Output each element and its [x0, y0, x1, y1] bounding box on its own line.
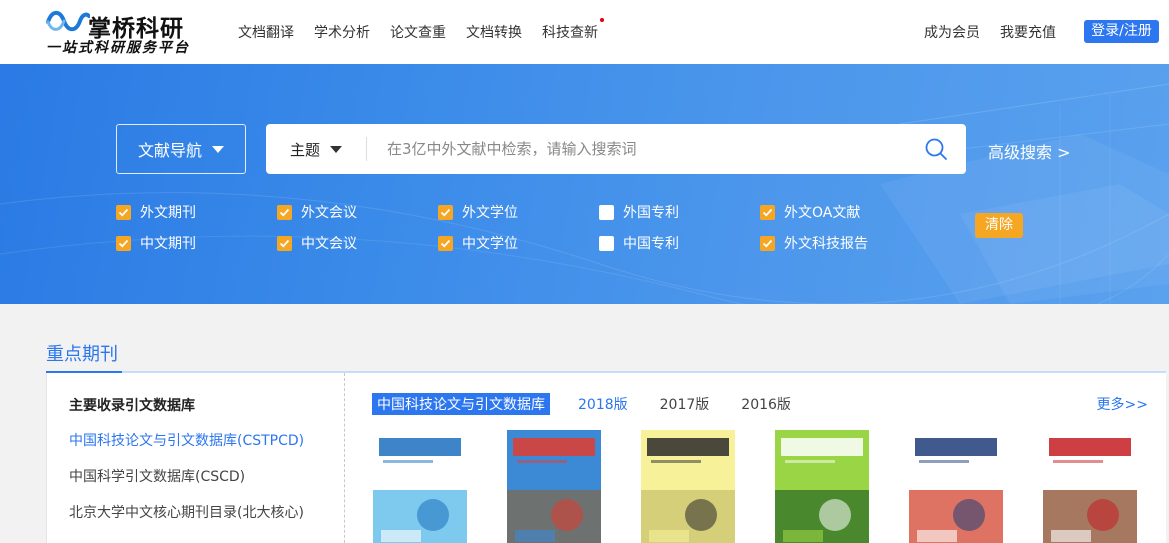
advanced-search-link[interactable]: 高级搜索 >	[988, 139, 1071, 163]
filter-label: 外国专利	[623, 205, 679, 221]
checkbox-unchecked-icon[interactable]	[599, 235, 614, 251]
filter-row: 外文期刊 外文会议 外文学位 外国专利 外文OA文献	[116, 202, 916, 233]
filter-label: 外文科技报告	[784, 236, 868, 252]
checkbox-unchecked-icon[interactable]	[599, 204, 614, 220]
login-register-button[interactable]: 登录/注册	[1084, 20, 1159, 43]
journal-cover[interactable]	[373, 430, 467, 543]
tab-year-2016[interactable]: 2016版	[741, 394, 791, 414]
filter-label: 中文学位	[462, 236, 518, 252]
db-item-pku-core[interactable]: 北京大学中文核心期刊目录(北大核心)	[69, 502, 304, 522]
search-icon[interactable]	[906, 124, 966, 174]
literature-nav-label: 文献导航	[137, 141, 202, 160]
filter-chinese-0[interactable]: 中文期刊	[116, 233, 196, 253]
filter-chinese-1[interactable]: 中文会议	[277, 233, 357, 253]
journal-cover[interactable]	[507, 430, 601, 543]
filter-label: 中文期刊	[140, 236, 196, 252]
literature-nav-dropdown[interactable]: 文献导航	[116, 124, 246, 174]
checkbox-checked-icon[interactable]	[277, 235, 292, 251]
nav-doc-translate[interactable]: 文档翻译	[238, 22, 294, 42]
journal-cover[interactable]	[775, 430, 869, 543]
nav-novelty-search-label: 科技查新	[542, 25, 598, 41]
filter-foreign-2[interactable]: 外文学位	[438, 202, 518, 222]
journal-cover[interactable]	[909, 430, 1003, 543]
filter-label: 外文学位	[462, 205, 518, 221]
filter-row: 中文期刊 中文会议 中文学位 中国专利 外文科技报告	[116, 233, 916, 264]
filter-label: 外文期刊	[140, 205, 196, 221]
search-type-dropdown[interactable]: 主题	[266, 124, 366, 174]
checkbox-checked-icon[interactable]	[760, 235, 775, 251]
new-dot-badge	[600, 18, 604, 22]
checkbox-checked-icon[interactable]	[760, 204, 775, 220]
search-type-label: 主题	[289, 140, 320, 159]
journal-cover-art	[641, 430, 735, 543]
checkbox-checked-icon[interactable]	[116, 204, 131, 220]
top-header: 掌桥科研 一站式科研服务平台 文档翻译 学术分析 论文查重 文档转换 科技查新 …	[0, 0, 1169, 64]
section-title: 重点期刊	[46, 344, 118, 365]
checkbox-checked-icon[interactable]	[438, 204, 453, 220]
logo-slogan: 一站式科研服务平台	[46, 40, 190, 56]
banner-decoration	[0, 83, 1169, 304]
nav-novelty-search[interactable]: 科技查新	[542, 18, 604, 42]
journal-cover-art	[909, 430, 1003, 543]
checkbox-checked-icon[interactable]	[438, 235, 453, 251]
checkbox-checked-icon[interactable]	[277, 204, 292, 220]
search-banner: 文献导航 主题 高级搜索 > 外文期刊 外文会议 外文学位 外国专利 外文OA文献 中文…	[0, 64, 1169, 304]
filter-chinese-2[interactable]: 中文学位	[438, 233, 518, 253]
journals-panel: 主要收录引文数据库 中国科技论文与引文数据库(CSTPCD) 中国科学引文数据库…	[46, 373, 1166, 543]
source-filters: 外文期刊 外文会议 外文学位 外国专利 外文OA文献 中文期刊 中文会议 中文学位 中国专利 外…	[116, 202, 916, 264]
journal-cover-art	[775, 430, 869, 543]
caret-down-icon	[212, 145, 224, 153]
filter-foreign-4[interactable]: 外文OA文献	[760, 202, 860, 222]
filter-label: 中文会议	[301, 236, 357, 252]
filter-label: 外文会议	[301, 205, 357, 221]
filter-foreign-1[interactable]: 外文会议	[277, 202, 357, 222]
filter-foreign-0[interactable]: 外文期刊	[116, 202, 196, 222]
checkbox-checked-icon[interactable]	[116, 235, 131, 251]
search-box: 主题	[266, 124, 966, 174]
caret-down-icon	[330, 145, 342, 153]
db-item-cstpcd[interactable]: 中国科技论文与引文数据库(CSTPCD)	[69, 430, 304, 450]
tab-year-2018[interactable]: 2018版	[578, 394, 628, 414]
filter-chinese-3[interactable]: 中国专利	[599, 233, 679, 253]
header-actions: 成为会员 我要充值 登录/注册	[924, 20, 1159, 43]
recharge-link[interactable]: 我要充值	[1000, 22, 1056, 42]
journal-cover[interactable]	[1043, 430, 1137, 543]
become-member-link[interactable]: 成为会员	[924, 22, 980, 42]
filter-label: 外文OA文献	[784, 205, 861, 221]
nav-doc-convert[interactable]: 文档转换	[466, 22, 522, 42]
journal-cover-art	[373, 430, 467, 543]
citation-db-heading: 主要收录引文数据库	[69, 398, 195, 414]
journal-cover[interactable]	[641, 430, 735, 543]
tab-cstpcd-db[interactable]: 中国科技论文与引文数据库	[372, 393, 550, 415]
nav-academic-analysis[interactable]: 学术分析	[314, 22, 370, 42]
journal-cover-art	[507, 430, 601, 543]
filter-chinese-4[interactable]: 外文科技报告	[760, 233, 868, 253]
filter-foreign-3[interactable]: 外国专利	[599, 202, 679, 222]
filter-label: 中国专利	[623, 236, 679, 252]
nav-plagiarism-check[interactable]: 论文查重	[390, 22, 446, 42]
logo-wave-icon	[46, 10, 90, 32]
clear-filters-button[interactable]: 清除	[975, 213, 1023, 238]
tab-year-2017[interactable]: 2017版	[660, 394, 710, 414]
citation-db-list: 主要收录引文数据库 中国科技论文与引文数据库(CSTPCD) 中国科学引文数据库…	[47, 373, 345, 543]
site-logo[interactable]: 掌桥科研 一站式科研服务平台	[46, 6, 206, 58]
more-journals-link[interactable]: 更多>>	[1097, 394, 1148, 414]
main-nav: 文档翻译 学术分析 论文查重 文档转换 科技查新	[228, 18, 608, 42]
journal-tabs: 中国科技论文与引文数据库 2018版 2017版 2016版	[372, 393, 823, 415]
search-input[interactable]	[367, 124, 906, 174]
journal-cover-art	[1043, 430, 1137, 543]
db-item-cscd[interactable]: 中国科学引文数据库(CSCD)	[69, 466, 245, 486]
